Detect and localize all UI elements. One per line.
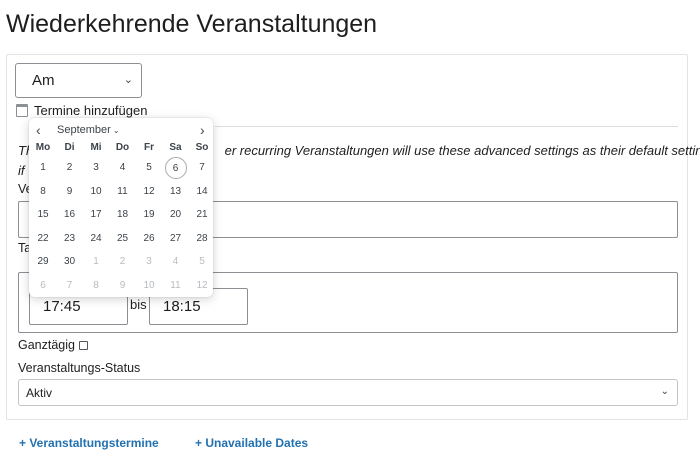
weekday-header: Sa [169, 142, 182, 153]
chevron-left-icon[interactable]: ‹ [36, 122, 41, 138]
calendar-day[interactable]: 2 [59, 157, 81, 179]
chevron-down-icon: ⌄ [660, 386, 669, 397]
all-day-toggle[interactable]: Ganztägig [18, 338, 88, 352]
calendar-day[interactable]: 6 [32, 275, 54, 297]
calendar-day[interactable]: 10 [85, 181, 107, 203]
calendar-day[interactable]: 4 [112, 157, 134, 179]
weekday-header: Do [115, 142, 130, 153]
calendar-day[interactable]: 21 [191, 204, 213, 226]
chevron-down-icon: ⌄ [112, 126, 120, 135]
recurrence-type-select[interactable]: Am ⌄ [15, 63, 142, 98]
calendar-day[interactable]: 14 [191, 181, 213, 203]
status-select[interactable]: Aktiv ⌄ [18, 379, 678, 406]
add-unavailable-dates-link[interactable]: + Unavailable Dates [195, 436, 308, 450]
recurrence-type-value: Am [32, 72, 55, 89]
calendar-day[interactable]: 16 [59, 204, 81, 226]
calendar-day[interactable]: 22 [32, 228, 54, 250]
calendar-day[interactable]: 20 [165, 204, 187, 226]
calendar-day[interactable]: 30 [59, 251, 81, 273]
calendar-day[interactable]: 10 [138, 275, 160, 297]
calendar-day[interactable]: 5 [138, 157, 160, 179]
calendar-day[interactable]: 3 [138, 251, 160, 273]
calendar-day[interactable]: 9 [59, 181, 81, 203]
time-separator: bis [130, 297, 147, 312]
calendar-day[interactable]: 9 [112, 275, 134, 297]
calendar-day[interactable]: 7 [59, 275, 81, 297]
page-title: Wiederkehrende Veranstaltungen [6, 10, 378, 38]
chevron-down-icon: ⌄ [123, 74, 133, 86]
calendar-day[interactable]: 15 [32, 204, 54, 226]
calendar-day[interactable]: 12 [191, 275, 213, 297]
start-time-value: 17:45 [43, 298, 81, 315]
calendar-day[interactable]: 2 [112, 251, 134, 273]
calendar-day[interactable]: 24 [85, 228, 107, 250]
calendar-day-today[interactable]: 6 [164, 157, 187, 179]
calendar-day[interactable]: 26 [138, 228, 160, 250]
calendar-day[interactable]: 7 [191, 157, 213, 179]
calendar-day[interactable]: 1 [85, 251, 107, 273]
calendar-day[interactable]: 28 [191, 228, 213, 250]
calendar-day[interactable]: 17 [85, 204, 107, 226]
month-select[interactable]: September ⌄ [57, 124, 120, 136]
status-label: Veranstaltungs-Status [18, 361, 141, 375]
calendar-day[interactable]: 5 [191, 251, 213, 273]
weekday-header: Mo [35, 142, 51, 153]
chevron-right-icon[interactable]: › [200, 122, 205, 138]
status-value: Aktiv [26, 385, 53, 400]
calendar-day[interactable]: 1 [32, 157, 54, 179]
add-event-dates-link[interactable]: + Veranstaltungstermine [19, 436, 159, 450]
calendar-day[interactable]: 19 [138, 204, 160, 226]
date-picker-popup: ‹ September ⌄ › Mo Di Mi Do Fr Sa So 1 2 3 4 5 6 7 8 9 10… [29, 118, 213, 297]
weekday-header: Fr [144, 142, 154, 153]
calendar-icon [16, 104, 28, 117]
end-time-value: 18:15 [163, 298, 201, 315]
weekday-header: So [195, 142, 209, 153]
calendar-day[interactable]: 27 [165, 228, 187, 250]
all-day-checkbox[interactable] [78, 340, 88, 350]
all-day-label: Ganztägig [18, 338, 75, 352]
divider [215, 126, 678, 127]
add-dates-label: Termine hinzufügen [34, 103, 148, 118]
calendar-day[interactable]: 23 [59, 228, 81, 250]
calendar-day[interactable]: 8 [32, 181, 54, 203]
calendar-day[interactable]: 8 [85, 275, 107, 297]
add-dates-toggle[interactable]: Termine hinzufügen [16, 103, 147, 118]
weekday-header: Di [64, 142, 75, 153]
weekday-header: Mi [90, 142, 102, 153]
calendar-day[interactable]: 25 [112, 228, 134, 250]
calendar-day[interactable]: 11 [112, 181, 134, 203]
calendar-day[interactable]: 13 [165, 181, 187, 203]
calendar-day[interactable]: 12 [138, 181, 160, 203]
calendar-day[interactable]: 29 [32, 251, 54, 273]
calendar-day[interactable]: 18 [112, 204, 134, 226]
month-label: September [57, 124, 111, 136]
calendar-day[interactable]: 4 [165, 251, 187, 273]
calendar-day[interactable]: 3 [85, 157, 107, 179]
calendar-day[interactable]: 11 [165, 275, 187, 297]
